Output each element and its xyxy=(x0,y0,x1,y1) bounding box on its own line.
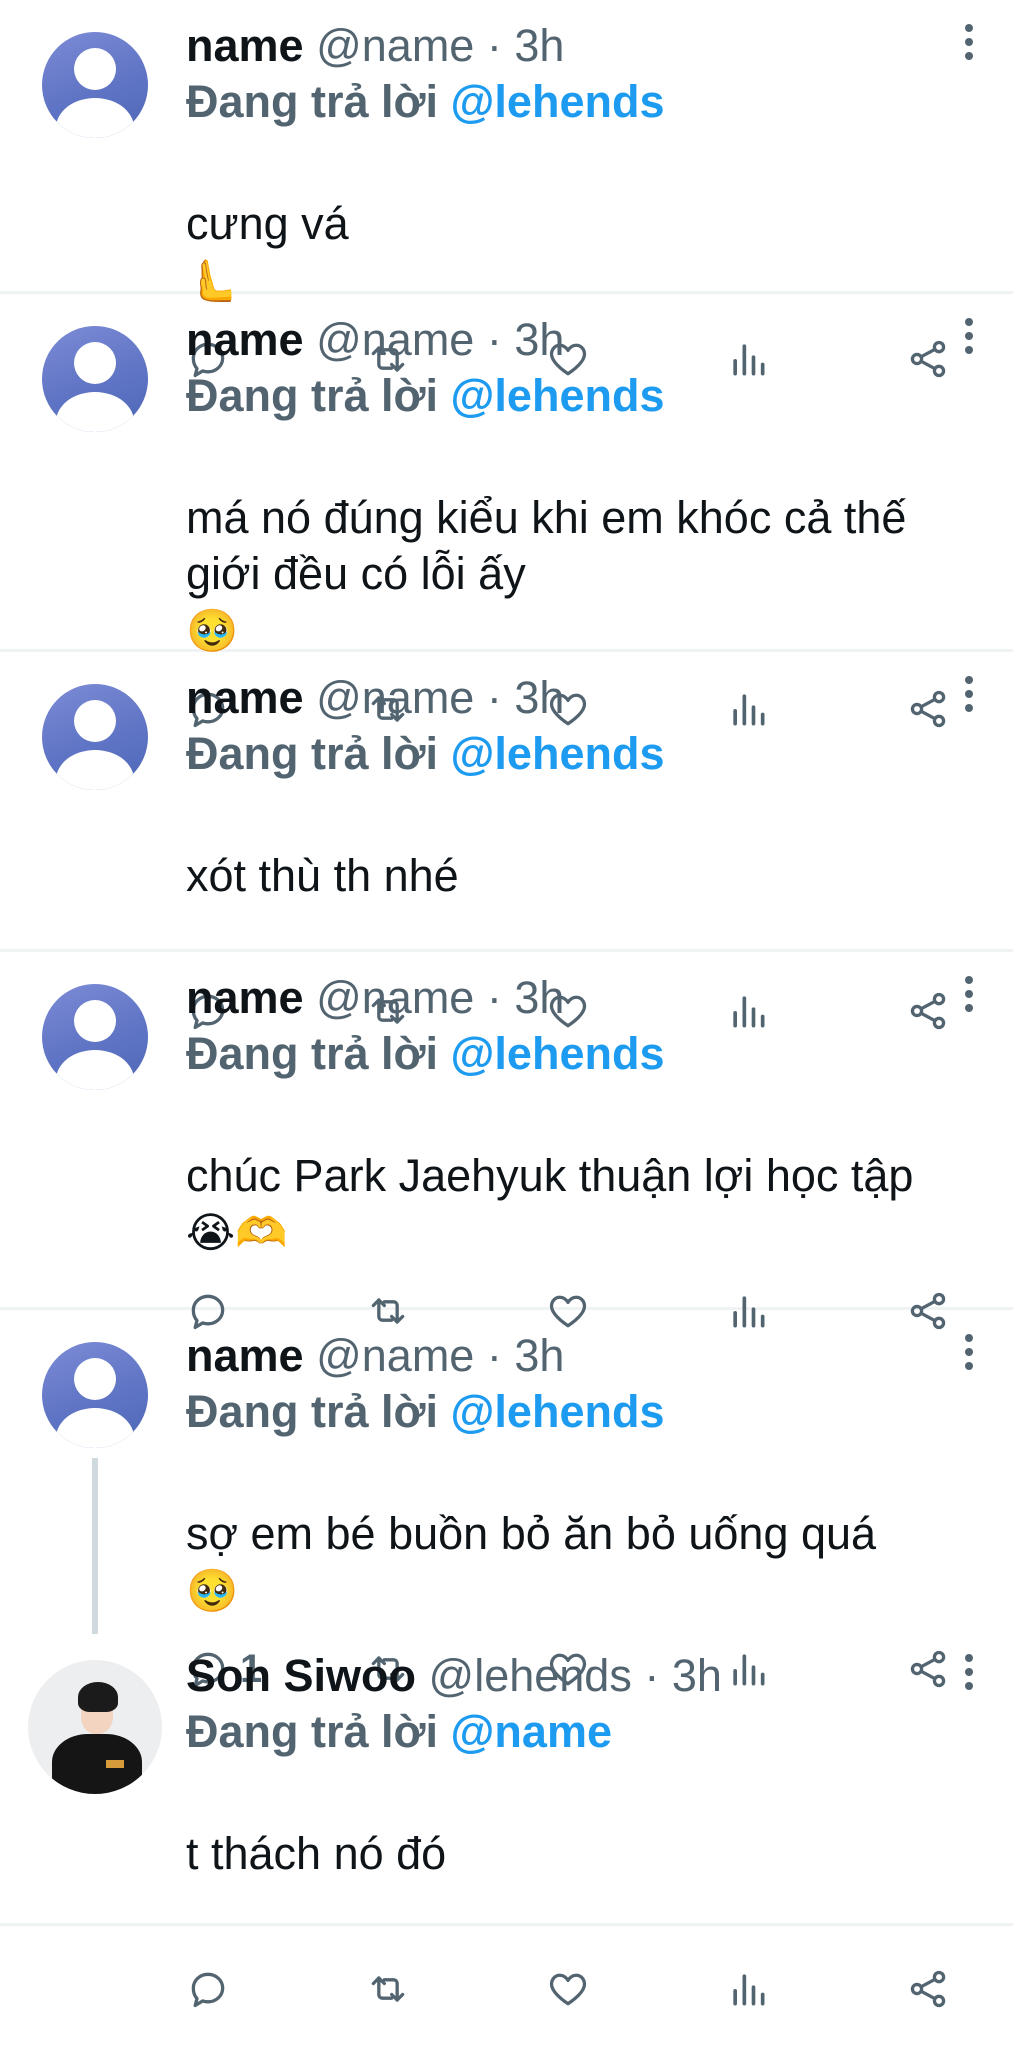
timestamp[interactable]: · 3h xyxy=(644,1650,722,1701)
replying-to-label: Đang trả lời xyxy=(186,728,439,779)
tweet-body: xót thù th nhé xyxy=(186,850,459,901)
replying-to-label: Đang trả lời xyxy=(186,370,439,421)
tweet[interactable]: name @name · 3h Đang trả lời @lehends xó… xyxy=(0,652,1013,1030)
timestamp[interactable]: · 3h xyxy=(487,314,565,365)
replying-to-label: Đang trả lời xyxy=(186,76,439,127)
tweet-header: Son Siwoo @lehends · 3h xyxy=(186,1648,973,1704)
views-button[interactable] xyxy=(726,1965,770,2013)
replying-to-label: Đang trả lời xyxy=(186,1386,439,1437)
reply-icon xyxy=(191,1972,225,2008)
replying-to-handle[interactable]: @name xyxy=(451,1706,612,1757)
replying-to: Đang trả lời @name xyxy=(186,1704,973,1760)
default-avatar[interactable] xyxy=(42,984,148,1090)
tweet-content: Son Siwoo @lehends · 3h Đang trả lời @na… xyxy=(186,1630,973,2049)
display-name[interactable]: name xyxy=(186,972,304,1023)
timestamp[interactable]: · 3h xyxy=(487,1330,565,1381)
default-avatar[interactable] xyxy=(42,32,148,138)
tweet-header: name @name · 3h xyxy=(186,312,973,368)
display-name[interactable]: name xyxy=(186,1330,304,1381)
timestamp[interactable]: · 3h xyxy=(487,972,565,1023)
handle[interactable]: @name xyxy=(316,972,474,1023)
thread-connector xyxy=(92,1458,98,1634)
tweet-text: cưng vá 🫷 xyxy=(186,140,973,309)
tweet-content: name @name · 3h Đang trả lời @lehends ch… xyxy=(186,952,973,1371)
tweet-body: chúc Park Jaehyuk thuận lợi học tập xyxy=(186,1150,914,1201)
more-icon[interactable] xyxy=(963,24,975,60)
replying-to: Đang trả lời @lehends xyxy=(186,1384,973,1440)
handle[interactable]: @name xyxy=(316,20,474,71)
tweet-text: xót thù th nhé xyxy=(186,792,973,961)
more-icon[interactable] xyxy=(963,318,975,354)
action-bar xyxy=(186,1939,973,2049)
reply-button[interactable] xyxy=(186,1965,240,2013)
tweet[interactable]: name @name · 3h Đang trả lời @lehends má… xyxy=(0,294,1013,728)
tweet-header: name @name · 3h xyxy=(186,670,973,726)
replying-to-handle[interactable]: @lehends xyxy=(451,370,665,421)
profile-photo-avatar[interactable] xyxy=(28,1660,162,1794)
replying-to-label: Đang trả lời xyxy=(186,1028,439,1079)
replying-to-handle[interactable]: @lehends xyxy=(451,76,665,127)
replying-to-handle[interactable]: @lehends xyxy=(451,1028,665,1079)
tweet-body: cưng vá xyxy=(186,198,349,249)
tweet[interactable]: name @name · 3h Đang trả lời @lehends ch… xyxy=(0,952,1013,1330)
tweet-body: t thách nó đó xyxy=(186,1828,447,1879)
more-icon[interactable] xyxy=(963,676,975,712)
display-name[interactable]: name xyxy=(186,20,304,71)
replying-to: Đang trả lời @lehends xyxy=(186,726,973,782)
like-button[interactable] xyxy=(546,1965,590,2013)
tweet-text: chúc Park Jaehyuk thuận lợi học tập 😭🫶 xyxy=(186,1092,973,1261)
display-name[interactable]: name xyxy=(186,672,304,723)
tweet-header: name @name · 3h xyxy=(186,970,973,1026)
tweet[interactable]: name @name · 3h Đang trả lời @lehends sợ… xyxy=(0,1310,1013,1691)
tweet-text: má nó đúng kiểu khi em khóc cả thế giới … xyxy=(186,434,973,659)
replying-to: Đang trả lời @lehends xyxy=(186,368,973,424)
share-icon xyxy=(910,1970,946,2008)
replying-to-handle[interactable]: @lehends xyxy=(451,1386,665,1437)
retweet-button[interactable] xyxy=(366,1965,410,2013)
tweet[interactable]: name @name · 3h Đang trả lời @lehends cư… xyxy=(0,0,1013,378)
heart-icon xyxy=(549,1973,587,2006)
tweet-header: name @name · 3h xyxy=(186,18,973,74)
replying-to: Đang trả lời @lehends xyxy=(186,74,973,130)
handle[interactable]: @lehends xyxy=(429,1650,632,1701)
tweet-emoji: 😭🫶 xyxy=(186,1209,288,1256)
more-icon[interactable] xyxy=(963,1654,975,1690)
handle[interactable]: @name xyxy=(316,672,474,723)
replying-to: Đang trả lời @lehends xyxy=(186,1026,973,1082)
tweet-body: sợ em bé buồn bỏ ăn bỏ uống quá xyxy=(186,1508,877,1559)
tweet-emoji: 🥹 xyxy=(186,1567,239,1614)
timestamp[interactable]: · 3h xyxy=(487,20,565,71)
more-icon[interactable] xyxy=(963,1334,975,1370)
tweet-body: má nó đúng kiểu khi em khóc cả thế giới … xyxy=(186,492,907,599)
handle[interactable]: @name xyxy=(316,1330,474,1381)
tweet-text: t thách nó đó xyxy=(186,1770,973,1939)
reply-feed: name @name · 3h Đang trả lời @lehends cư… xyxy=(0,0,1013,2008)
replying-to-label: Đang trả lời xyxy=(186,1706,439,1757)
default-avatar[interactable] xyxy=(42,326,148,432)
timestamp[interactable]: · 3h xyxy=(487,672,565,723)
views-icon xyxy=(733,1974,765,2006)
replying-to-handle[interactable]: @lehends xyxy=(451,728,665,779)
display-name[interactable]: Son Siwoo xyxy=(186,1650,416,1701)
tweet-text: sợ em bé buồn bỏ ăn bỏ uống quá 🥹 xyxy=(186,1450,973,1619)
retweet-icon xyxy=(371,1976,405,2002)
handle[interactable]: @name xyxy=(316,314,474,365)
tweet-header: name @name · 3h xyxy=(186,1328,973,1384)
tweet[interactable]: Son Siwoo @lehends · 3h Đang trả lời @na… xyxy=(0,1630,1013,2008)
more-icon[interactable] xyxy=(963,976,975,1012)
tweet-emoji: 🥹 xyxy=(186,607,239,654)
default-avatar[interactable] xyxy=(42,684,148,790)
display-name[interactable]: name xyxy=(186,314,304,365)
share-button[interactable] xyxy=(906,1965,950,2013)
default-avatar[interactable] xyxy=(42,1342,148,1448)
